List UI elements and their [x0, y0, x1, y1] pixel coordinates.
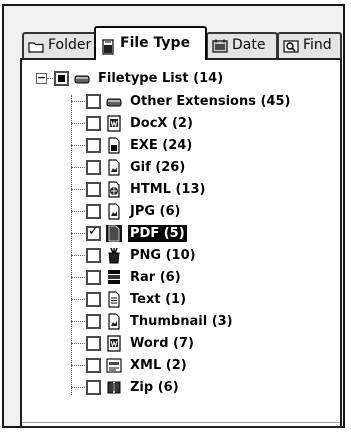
tab-file-type-label: File Type [120, 35, 191, 51]
file-type-icon [100, 36, 116, 55]
tree-connector [71, 255, 87, 256]
paint-icon [106, 247, 122, 264]
tree-connector [71, 211, 87, 212]
tree-root-label: Filetype List (14) [98, 70, 224, 86]
file-browser-window: Folder File Type Date Find − Filetype Li… [2, 4, 345, 428]
tree-item-thumbnail[interactable]: Thumbnail (3) [86, 311, 235, 331]
tree-connector [71, 365, 87, 366]
folder-icon [28, 38, 44, 53]
image-file-icon [106, 158, 122, 176]
tree-item-label: EXE (24) [130, 137, 193, 153]
tree-root[interactable]: Filetype List (14) [54, 68, 225, 88]
word-doc-icon [106, 334, 122, 352]
xml-file-icon [106, 357, 122, 374]
tree-item-label: Zip (6) [130, 379, 179, 395]
tree-connector [71, 387, 87, 388]
tree-connector [71, 343, 87, 344]
html-file-icon [106, 180, 122, 198]
item-checkbox[interactable] [86, 137, 101, 153]
tree-item-label: HTML (13) [130, 181, 206, 197]
tree-item-jpg[interactable]: JPG (6) [86, 201, 183, 221]
tree-item-xml[interactable]: XML (2) [86, 355, 189, 375]
collapse-toggle[interactable]: − [36, 72, 47, 84]
tree-connector [71, 277, 87, 278]
item-checkbox-checked[interactable] [86, 224, 101, 241]
item-checkbox[interactable] [86, 203, 101, 219]
tree-item-label: Text (1) [130, 291, 187, 307]
tree-item-label: Gif (26) [130, 159, 186, 175]
archive-icon [106, 269, 122, 286]
tree-connector [71, 233, 87, 234]
pdf-file-icon [106, 224, 122, 242]
item-checkbox[interactable] [86, 159, 101, 175]
tree-item-label: Other Extensions (45) [130, 93, 291, 109]
tree-item-text[interactable]: Text (1) [86, 289, 188, 309]
item-checkbox[interactable] [86, 313, 101, 329]
screenshot-frame: Folder File Type Date Find − Filetype Li… [0, 0, 351, 434]
tree-item-label: Word (7) [130, 335, 194, 351]
tree-connector [71, 145, 87, 146]
image-file-icon [106, 202, 122, 220]
drive-icon [106, 93, 122, 110]
tree-item-label: Rar (6) [130, 269, 181, 285]
tree-connector [71, 321, 87, 322]
file-type-tree: − Filetype List (14) Other Extensions (4… [22, 60, 340, 426]
tree-item-label: XML (2) [130, 357, 187, 373]
root-checkbox[interactable] [54, 70, 69, 86]
tab-find[interactable]: Find [277, 32, 342, 58]
exe-file-icon [106, 136, 122, 154]
tree-item-label: JPG (6) [130, 203, 181, 219]
item-checkbox[interactable] [86, 291, 101, 307]
tree-guide-line [71, 95, 72, 395]
tab-find-label: Find [303, 37, 332, 53]
item-checkbox[interactable] [86, 335, 101, 351]
tree-item-exe[interactable]: EXE (24) [86, 135, 194, 155]
item-checkbox[interactable] [86, 247, 101, 263]
tab-file-type[interactable]: File Type [94, 26, 207, 60]
tree-item-label: DocX (2) [130, 115, 193, 131]
panel-bottom-divider [22, 422, 340, 423]
item-checkbox[interactable] [86, 379, 101, 395]
tree-item-label: Thumbnail (3) [130, 313, 233, 329]
file-type-tree-panel[interactable]: − Filetype List (14) Other Extensions (4… [20, 58, 342, 428]
item-checkbox[interactable] [86, 115, 101, 131]
tab-date[interactable]: Date [206, 32, 278, 58]
tree-connector [71, 189, 87, 190]
image-file-icon [106, 312, 122, 330]
tree-item-png[interactable]: PNG (10) [86, 245, 198, 265]
tree-item-html[interactable]: HTML (13) [86, 179, 207, 199]
item-checkbox[interactable] [86, 357, 101, 373]
tree-connector [71, 299, 87, 300]
tree-item-other-extensions[interactable]: Other Extensions (45) [86, 91, 292, 111]
tree-item-zip[interactable]: Zip (6) [86, 377, 181, 397]
text-file-icon [106, 290, 122, 308]
tab-date-label: Date [232, 37, 266, 53]
tab-bar: Folder File Type Date Find [22, 26, 342, 60]
find-icon [283, 38, 299, 53]
tab-folder[interactable]: Folder [22, 32, 100, 58]
date-icon [212, 38, 228, 53]
tree-item-label: PDF (5) [128, 224, 187, 242]
word-doc-icon [106, 114, 122, 132]
tree-item-word[interactable]: Word (7) [86, 333, 196, 353]
drive-icon [74, 70, 90, 87]
item-checkbox[interactable] [86, 93, 101, 109]
zip-file-icon [106, 379, 122, 396]
tree-item-rar[interactable]: Rar (6) [86, 267, 183, 287]
tree-item-docx[interactable]: DocX (2) [86, 113, 195, 133]
item-checkbox[interactable] [86, 269, 101, 285]
item-checkbox[interactable] [86, 181, 101, 197]
tree-connector [71, 101, 87, 102]
tree-item-gif[interactable]: Gif (26) [86, 157, 187, 177]
tree-connector [71, 123, 87, 124]
tab-folder-label: Folder [48, 37, 92, 53]
tree-item-label: PNG (10) [130, 247, 196, 263]
tree-item-pdf[interactable]: PDF (5) [86, 223, 187, 243]
tree-connector [71, 167, 87, 168]
